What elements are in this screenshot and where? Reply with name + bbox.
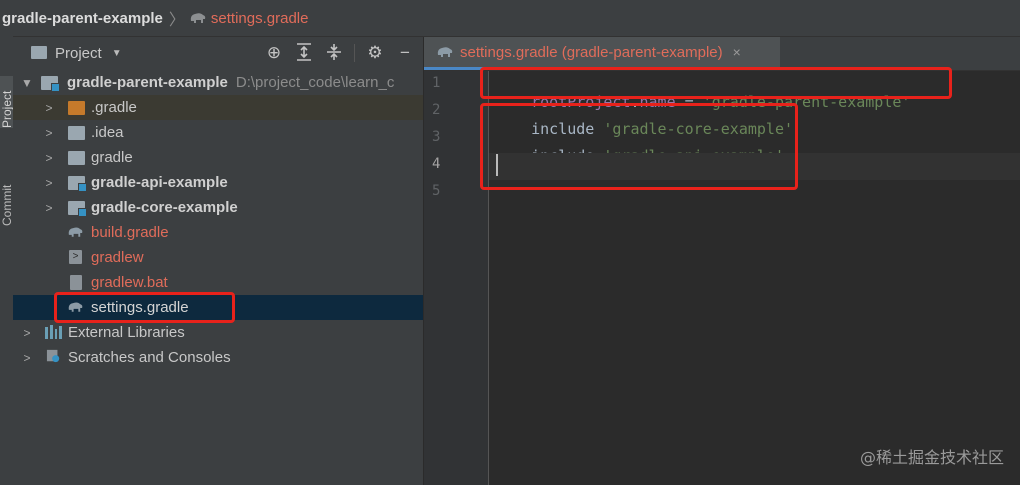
project-tool-tab[interactable]: Project bbox=[0, 76, 14, 128]
chevron-right-icon[interactable]: > bbox=[21, 351, 33, 365]
tree-item-dot-gradle[interactable]: > .gradle bbox=[13, 95, 423, 120]
scratches-icon bbox=[46, 349, 60, 363]
tree-item-label: gradle-parent-example bbox=[67, 74, 228, 91]
chevron-down-icon[interactable]: ▼ bbox=[21, 76, 33, 90]
annotation-box-includes bbox=[480, 103, 798, 190]
project-panel-header: Project ▼ ⊕ ⚙ − bbox=[13, 37, 423, 69]
line-number: 2 bbox=[432, 102, 441, 118]
expand-all-icon[interactable] bbox=[294, 43, 314, 63]
tab-settings-gradle[interactable]: settings.gradle (gradle-parent-example) … bbox=[424, 37, 780, 70]
project-panel: Project ▼ ⊕ ⚙ − ▼ gradle-parent-example D… bbox=[13, 37, 424, 485]
tree-item-gradle-core-example[interactable]: > gradle-core-example bbox=[13, 195, 423, 220]
tab-label: settings.gradle (gradle-parent-example) bbox=[460, 43, 723, 61]
line-number: 5 bbox=[432, 183, 441, 199]
shell-file-icon: > bbox=[69, 250, 82, 264]
tree-item-label: gradle bbox=[91, 149, 133, 166]
minimize-icon[interactable]: − bbox=[395, 43, 415, 63]
tree-item-gradle-api-example[interactable]: > gradle-api-example bbox=[13, 170, 423, 195]
tree-item-idea[interactable]: > .idea bbox=[13, 120, 423, 145]
chevron-down-icon[interactable]: ▼ bbox=[112, 48, 122, 59]
tree-item-gradlew[interactable]: > gradlew bbox=[13, 245, 423, 270]
gradle-elephant-icon bbox=[437, 47, 453, 57]
tree-item-label: build.gradle bbox=[91, 224, 169, 241]
chevron-right-icon[interactable]: > bbox=[43, 201, 55, 215]
gear-icon[interactable]: ⚙ bbox=[365, 43, 385, 63]
close-icon[interactable]: × bbox=[733, 44, 741, 60]
gradle-elephant-icon bbox=[68, 227, 83, 237]
module-folder-icon bbox=[41, 76, 60, 92]
gradle-elephant-icon bbox=[190, 13, 206, 23]
tree-item-label: gradle-api-example bbox=[91, 174, 228, 191]
breadcrumb-project[interactable]: gradle-parent-example bbox=[2, 10, 163, 27]
commit-tool-tab[interactable]: Commit bbox=[0, 171, 14, 226]
toolbar-divider bbox=[354, 44, 355, 62]
left-tool-strip: Project Commit bbox=[0, 36, 14, 485]
tree-item-scratches[interactable]: > Scratches and Consoles bbox=[13, 345, 423, 370]
watermark: @稀土掘金技术社区 bbox=[859, 448, 1004, 467]
tree-item-label: .idea bbox=[91, 124, 124, 141]
annotation-box-settings-file bbox=[54, 292, 235, 323]
chevron-right-icon[interactable]: > bbox=[43, 151, 55, 165]
project-path: D:\project_code\learn_c bbox=[235, 74, 395, 91]
breadcrumb-separator-icon: 〉 bbox=[168, 12, 185, 29]
line-number: 1 bbox=[432, 75, 441, 91]
library-icon bbox=[45, 325, 62, 339]
module-folder-icon bbox=[68, 176, 87, 192]
line-number: 4 bbox=[432, 156, 441, 172]
tree-item-label: gradlew bbox=[91, 249, 144, 266]
tree-item-label: gradlew.bat bbox=[91, 274, 168, 291]
folder-icon bbox=[68, 151, 85, 165]
tree-item-gradle[interactable]: > gradle bbox=[13, 145, 423, 170]
tree-item-build-gradle[interactable]: build.gradle bbox=[13, 220, 423, 245]
collapse-all-icon[interactable] bbox=[324, 43, 344, 63]
line-number: 3 bbox=[432, 129, 441, 145]
project-view-selector[interactable]: Project bbox=[55, 45, 102, 62]
chevron-right-icon[interactable]: > bbox=[21, 326, 33, 340]
project-view-icon bbox=[31, 46, 47, 59]
chevron-right-icon[interactable]: > bbox=[43, 101, 55, 115]
editor-tab-bar: settings.gradle (gradle-parent-example) … bbox=[424, 37, 1020, 71]
breadcrumb-file[interactable]: settings.gradle bbox=[211, 10, 309, 27]
module-folder-icon bbox=[68, 201, 87, 217]
folder-icon bbox=[68, 101, 85, 115]
tree-item-label: gradle-core-example bbox=[91, 199, 238, 216]
folder-icon bbox=[68, 126, 85, 140]
navigation-breadcrumb: gradle-parent-example 〉 settings.gradle bbox=[0, 0, 1020, 37]
chevron-right-icon[interactable]: > bbox=[43, 176, 55, 190]
tree-item-label: External Libraries bbox=[68, 324, 185, 341]
tree-item-label: Scratches and Consoles bbox=[68, 349, 231, 366]
locate-icon[interactable]: ⊕ bbox=[264, 43, 284, 63]
chevron-right-icon[interactable]: > bbox=[43, 126, 55, 140]
panel-toolbar: ⊕ ⚙ − bbox=[264, 43, 415, 63]
tree-item-external-libraries[interactable]: > External Libraries bbox=[13, 320, 423, 345]
annotation-box-rootproject bbox=[480, 67, 952, 99]
tree-item-root[interactable]: ▼ gradle-parent-example D:\project_code\l… bbox=[13, 70, 423, 95]
tree-item-label: .gradle bbox=[91, 99, 137, 116]
bat-file-icon bbox=[70, 275, 82, 290]
